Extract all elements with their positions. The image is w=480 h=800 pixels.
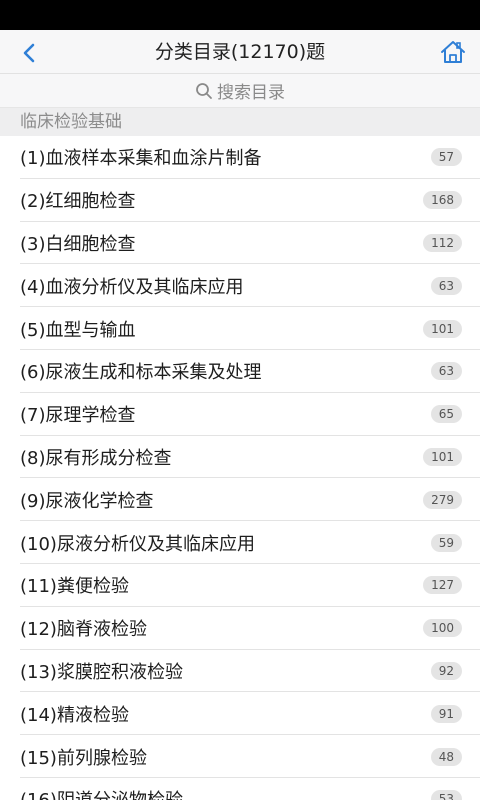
list-item[interactable]: (6)尿液生成和标本采集及处理 63 [0,350,480,393]
list-item[interactable]: (14)精液检验 91 [0,692,480,735]
count-badge: 63 [430,276,462,295]
count-badge: 59 [430,533,462,552]
count-badge: 101 [423,319,462,338]
list-item-label: (4)血液分析仪及其临床应用 [20,276,244,298]
list-item[interactable]: (16)阴道分泌物检验53 [0,778,480,800]
list-item[interactable]: (5)血型与输血 101 [0,307,480,350]
section-header: 临床检验基础 [0,108,480,136]
list-item[interactable]: (7)尿理学检查 65 [0,393,480,436]
count-badge: 48 [430,747,462,766]
list-item[interactable]: (12)脑脊液检验 100 [0,607,480,650]
count-badge: 279 [423,490,462,509]
status-bar [0,0,480,30]
list-item[interactable]: (10)尿液分析仪及其临床应用 59 [0,521,480,564]
count-badge: 65 [430,405,462,424]
list-item-label: (1)血液样本采集和血涂片制备 [20,148,262,170]
list-item[interactable]: (2)红细胞检查 168 [0,179,480,222]
list-item[interactable]: (15)前列腺检验 48 [0,735,480,778]
chevron-left-icon [23,43,35,63]
list-item-label: (8)尿有形成分检查 [20,447,172,469]
list-item-label: (3)白细胞检查 [20,233,136,255]
list-item-label: (7)尿理学检查 [20,405,136,427]
list-item-label: (5)血型与输血 [20,319,136,341]
list-item[interactable]: (8)尿有形成分检查 101 [0,436,480,479]
nav-bar: 分类目录(12170)题 [0,30,480,74]
count-badge: 168 [423,191,462,210]
list-item[interactable]: (3)白细胞检查 112 [0,222,480,265]
count-badge: 63 [430,362,462,381]
home-button[interactable] [438,37,468,67]
search-icon [196,82,212,99]
list-item-label: (16)阴道分泌物检验 [20,786,431,800]
count-badge: 53 [430,790,462,800]
back-button[interactable] [14,38,44,68]
list-item-label: (12)脑脊液检验 [20,619,147,641]
list-item-label: (2)红细胞检查 [20,191,136,213]
list-item-label: (10)尿液分析仪及其临床应用 [20,533,255,555]
list-item[interactable]: (11)粪便检验 127 [0,564,480,607]
count-badge: 57 [430,148,462,167]
list-item[interactable]: (9)尿液化学检查 279 [0,478,480,521]
search-bar[interactable]: 搜索目录 [0,74,480,108]
list-item-label: (6)尿液生成和标本采集及处理 [20,362,262,384]
list-item-label: (11)粪便检验 [20,576,129,598]
count-badge: 91 [430,704,462,723]
list-item-label: (15)前列腺检验 [20,747,147,769]
list-item[interactable]: (1)血液样本采集和血涂片制备 57 [0,136,480,179]
list-item[interactable]: (13)浆膜腔积液检验 92 [0,650,480,693]
count-badge: 92 [430,661,462,680]
list-item[interactable]: (4)血液分析仪及其临床应用 63 [0,264,480,307]
page-title: 分类目录(12170)题 [154,41,326,63]
list-item-label: (9)尿液化学检查 [20,490,154,512]
home-icon [441,41,465,63]
count-badge: 127 [423,576,462,595]
count-badge: 112 [423,233,462,252]
search-input[interactable]: 搜索目录 [195,78,285,103]
list-item-label: (14)精液检验 [20,704,129,726]
search-placeholder: 搜索目录 [217,83,285,103]
count-badge: 101 [423,447,462,466]
list-item-label: (13)浆膜腔积液检验 [20,661,183,683]
category-list: (1)血液样本采集和血涂片制备 57 (2)红细胞检查 168 (3)白细胞检查 112(… [0,136,480,800]
count-badge: 100 [423,619,462,638]
